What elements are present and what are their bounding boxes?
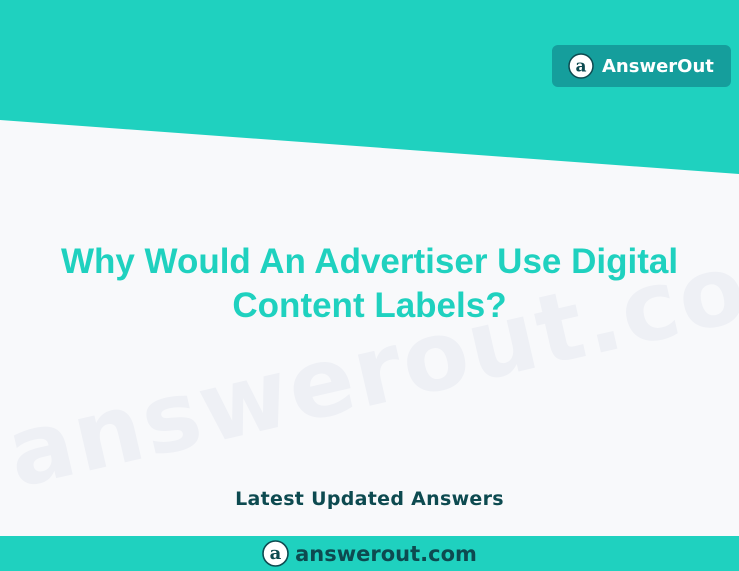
- brand-badge[interactable]: a AnswerOut: [552, 45, 731, 87]
- footer-bar[interactable]: a answerout.com: [0, 536, 739, 571]
- at-sign-a-icon: a: [568, 53, 594, 79]
- svg-text:a: a: [270, 543, 282, 564]
- svg-text:a: a: [575, 57, 586, 77]
- at-sign-a-icon: a: [262, 540, 289, 567]
- page-title: Why Would An Advertiser Use Digital Cont…: [60, 242, 679, 325]
- footer-domain-link[interactable]: answerout.com: [295, 542, 477, 566]
- brand-name: AnswerOut: [602, 55, 714, 77]
- latest-answers-heading: Latest Updated Answers: [235, 488, 504, 510]
